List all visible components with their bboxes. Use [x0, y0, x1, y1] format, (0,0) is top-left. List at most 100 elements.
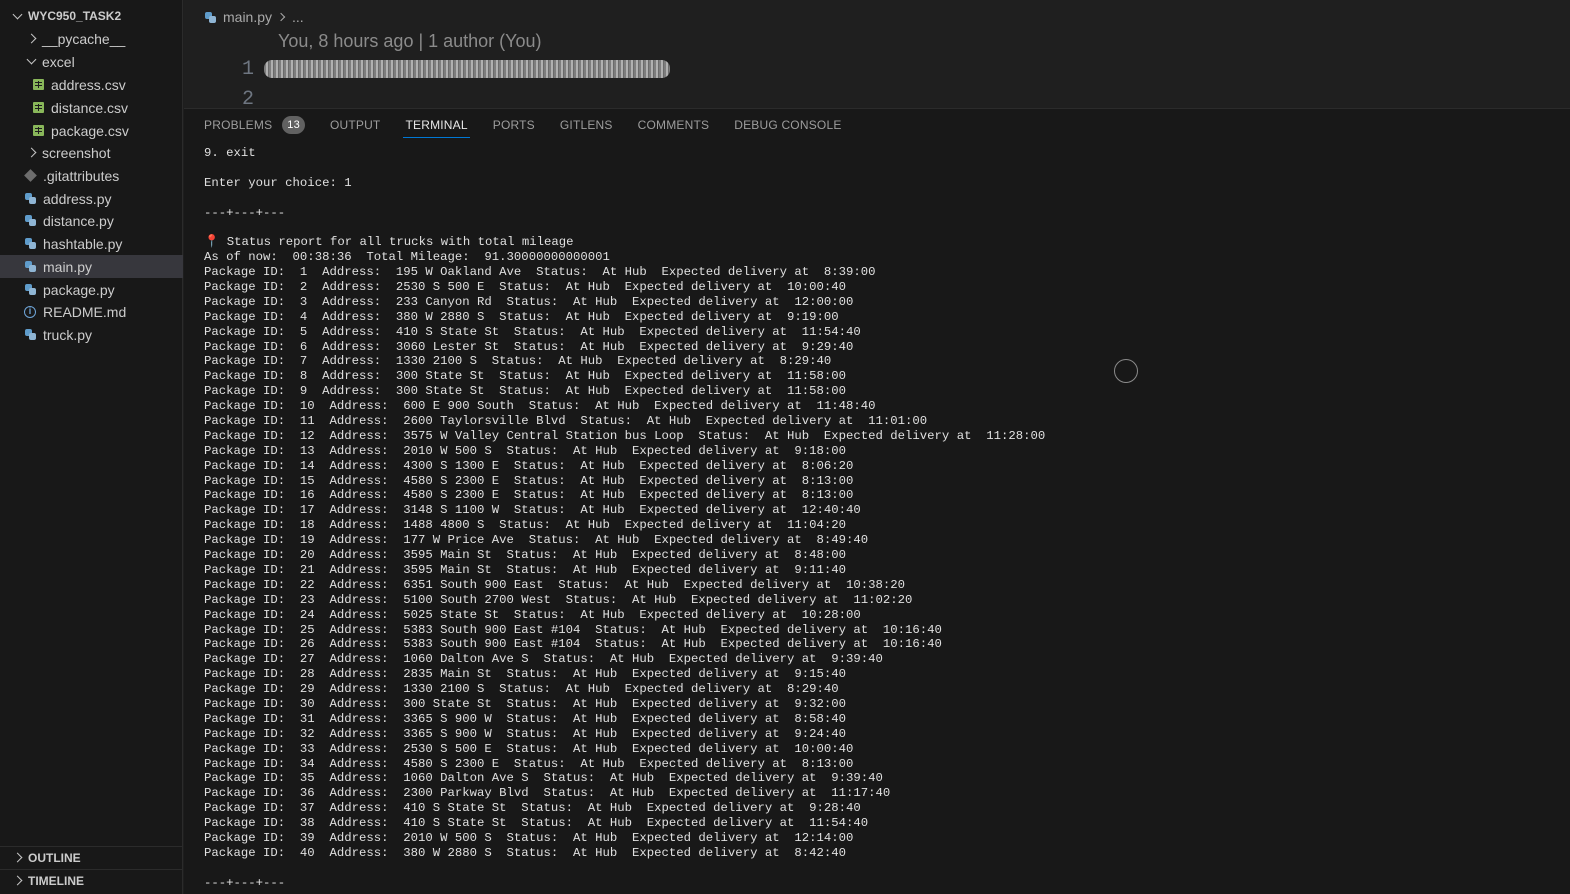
terminal-line: Package ID: 3 Address: 233 Canyon Rd Sta…	[204, 295, 1554, 310]
tree-folder-excel[interactable]: excel	[0, 50, 183, 73]
tab-gitlens[interactable]: GITLENS	[560, 109, 613, 141]
chevron-down-icon	[10, 9, 24, 23]
terminal-line: Package ID: 18 Address: 1488 4800 S Stat…	[204, 518, 1554, 533]
python-file-icon	[24, 284, 36, 296]
terminal-line-text: Package ID: 21 Address: 3595 Main St Sta…	[204, 562, 847, 577]
terminal-line: Package ID: 33 Address: 2530 S 500 E Sta…	[204, 742, 1554, 757]
tree-file-readme[interactable]: i README.md	[0, 300, 183, 323]
terminal-line-text: Package ID: 5 Address: 410 S State St St…	[204, 324, 861, 339]
pin-icon: 📍	[204, 235, 220, 250]
python-file-icon	[24, 215, 36, 227]
terminal-line: Package ID: 25 Address: 5383 South 900 E…	[204, 623, 1554, 638]
terminal-line-text: Package ID: 26 Address: 5383 South 900 E…	[204, 637, 942, 652]
git-blame-annotation[interactable]: You, 8 hours ago | 1 author (You)	[278, 31, 542, 52]
tree-file-package-csv[interactable]: package.csv	[0, 119, 183, 142]
terminal-line-text: Package ID: 2 Address: 2530 S 500 E Stat…	[204, 280, 847, 295]
terminal-line: ---+---+---	[204, 206, 1554, 221]
chevron-down-icon	[24, 54, 38, 69]
terminal-line-text: Package ID: 4 Address: 380 W 2880 S Stat…	[204, 309, 839, 324]
terminal-line-text: Status report for all trucks with total …	[226, 235, 574, 250]
tab-terminal[interactable]: TERMINAL	[403, 109, 471, 141]
tree-folder-pycache[interactable]: __pycache__	[0, 27, 183, 50]
outline-section-header[interactable]: OUTLINE	[0, 846, 183, 868]
terminal-line: Package ID: 22 Address: 6351 South 900 E…	[204, 578, 1554, 593]
tree-item-label: README.md	[43, 303, 127, 320]
terminal-line: Package ID: 11 Address: 2600 Taylorsvill…	[204, 414, 1554, 429]
terminal-line-text: Package ID: 24 Address: 5025 State St St…	[204, 607, 861, 622]
terminal-line: Package ID: 2 Address: 2530 S 500 E Stat…	[204, 280, 1554, 295]
terminal-line-text: Package ID: 3 Address: 233 Canyon Rd Sta…	[204, 294, 854, 309]
mouse-cursor-indicator	[1114, 359, 1138, 383]
terminal-line-text: Package ID: 16 Address: 4580 S 2300 E St…	[204, 488, 854, 503]
chevron-right-icon	[10, 851, 24, 865]
terminal-line: Package ID: 20 Address: 3595 Main St Sta…	[204, 548, 1554, 563]
breadcrumb-more[interactable]: ...	[292, 9, 304, 25]
terminal-line-text: Package ID: 8 Address: 300 State St Stat…	[204, 369, 847, 384]
terminal-line: Package ID: 27 Address: 1060 Dalton Ave …	[204, 652, 1554, 667]
terminal-line: Package ID: 40 Address: 380 W 2880 S Sta…	[204, 846, 1554, 861]
info-icon: i	[24, 305, 36, 318]
line-number: 1	[241, 58, 254, 81]
terminal-line-text: Package ID: 12 Address: 3575 W Valley Ce…	[204, 428, 1046, 443]
tree-item-label: address.csv	[51, 76, 126, 93]
tree-file-distance-py[interactable]: distance.py	[0, 209, 183, 232]
terminal-line: Package ID: 13 Address: 2010 W 500 S Sta…	[204, 444, 1554, 459]
terminal-line-text: Package ID: 32 Address: 3365 S 900 W Sta…	[204, 726, 847, 741]
line-number: 2	[241, 88, 254, 108]
terminal-line: Package ID: 21 Address: 3595 Main St Sta…	[204, 563, 1554, 578]
tree-file-gitattributes[interactable]: .gitattributes	[0, 164, 183, 187]
terminal-line-text: Package ID: 15 Address: 4580 S 2300 E St…	[204, 473, 854, 488]
terminal-line: ---+---+---	[204, 876, 1554, 891]
terminal-line: Package ID: 5 Address: 410 S State St St…	[204, 325, 1554, 340]
terminal-line: Package ID: 16 Address: 4580 S 2300 E St…	[204, 488, 1554, 503]
terminal-line: Package ID: 14 Address: 4300 S 1300 E St…	[204, 459, 1554, 474]
terminal-line-text: Package ID: 39 Address: 2010 W 500 S Sta…	[204, 830, 854, 845]
terminal-line: Package ID: 36 Address: 2300 Parkway Blv…	[204, 786, 1554, 801]
terminal-line: Package ID: 10 Address: 600 E 900 South …	[204, 399, 1554, 414]
terminal-line: Package ID: 28 Address: 2835 Main St Sta…	[204, 667, 1554, 682]
terminal-line: As of now: 00:38:36 Total Mileage: 91.30…	[204, 250, 1554, 265]
tab-ports[interactable]: PORTS	[493, 109, 535, 141]
python-file-icon	[24, 261, 36, 273]
tree-item-label: address.py	[43, 190, 112, 207]
tree-file-package-py[interactable]: package.py	[0, 278, 183, 301]
tab-comments[interactable]: COMMENTS	[638, 109, 710, 141]
terminal-line-text: ---+---+---	[204, 875, 286, 890]
terminal-line-text: Package ID: 23 Address: 5100 South 2700 …	[204, 592, 913, 607]
python-file-icon	[24, 193, 36, 205]
editor-area: main.py ... You, 8 hours ago | 1 author …	[184, 0, 1570, 108]
chevron-right-icon	[10, 874, 24, 888]
terminal-line-text: Package ID: 38 Address: 410 S State St S…	[204, 816, 869, 831]
terminal-line: Package ID: 38 Address: 410 S State St S…	[204, 816, 1554, 831]
terminal-line-text: Package ID: 6 Address: 3060 Lester St St…	[204, 339, 854, 354]
explorer-root-folder[interactable]: WYC950_TASK2	[0, 5, 183, 27]
tree-folder-screenshot[interactable]: screenshot	[0, 141, 183, 164]
tree-item-label: .gitattributes	[43, 167, 120, 184]
terminal-line-text: Package ID: 34 Address: 4580 S 2300 E St…	[204, 756, 854, 771]
terminal-line: Package ID: 30 Address: 300 State St Sta…	[204, 697, 1554, 712]
chevron-right-icon	[276, 12, 286, 22]
tree-file-address-py[interactable]: address.py	[0, 187, 183, 210]
python-file-icon	[24, 238, 36, 250]
tree-file-address-csv[interactable]: address.csv	[0, 73, 183, 96]
terminal-line-text: As of now: 00:38:36 Total Mileage: 91.30…	[204, 250, 610, 265]
python-file-icon	[24, 329, 36, 341]
chevron-right-icon	[24, 146, 38, 160]
tree-file-distance-csv[interactable]: distance.csv	[0, 96, 183, 119]
tab-label: GITLENS	[559, 118, 613, 132]
terminal-output[interactable]: 9. exit Enter your choice: 1 ---+---+--- 📍 …	[204, 146, 1554, 891]
timeline-section-header[interactable]: TIMELINE	[0, 869, 183, 891]
tab-problems[interactable]: PROBLEMS 13	[204, 109, 305, 141]
tab-output[interactable]: OUTPUT	[330, 109, 381, 141]
terminal-line-text: Package ID: 36 Address: 2300 Parkway Blv…	[204, 786, 891, 801]
tree-file-main-py[interactable]: main.py	[0, 255, 183, 278]
problems-count-badge: 13	[282, 116, 305, 134]
tree-item-label: distance.csv	[51, 99, 129, 116]
tree-file-hashtable-py[interactable]: hashtable.py	[0, 232, 183, 255]
tab-debug-console[interactable]: DEBUG CONSOLE	[734, 109, 841, 141]
terminal-line: Enter your choice: 1	[204, 176, 1554, 191]
tab-label: COMMENTS	[637, 118, 710, 132]
tree-file-truck-py[interactable]: truck.py	[0, 323, 183, 346]
terminal-line: Package ID: 32 Address: 3365 S 900 W Sta…	[204, 727, 1554, 742]
breadcrumb-file[interactable]: main.py	[223, 9, 272, 25]
